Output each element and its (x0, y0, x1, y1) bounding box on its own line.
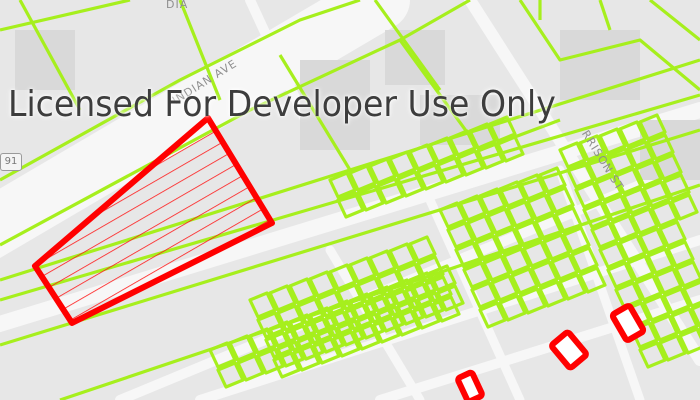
map-view[interactable]: DIA INDIAN AVE RRISON ST 91 Licensed For… (0, 0, 700, 400)
map-canvas[interactable] (0, 0, 700, 400)
street-label-dia: DIA (166, 0, 189, 11)
building (560, 30, 640, 100)
developer-watermark: Licensed For Developer Use Only (8, 84, 556, 125)
highway-shield-91: 91 (0, 153, 22, 171)
